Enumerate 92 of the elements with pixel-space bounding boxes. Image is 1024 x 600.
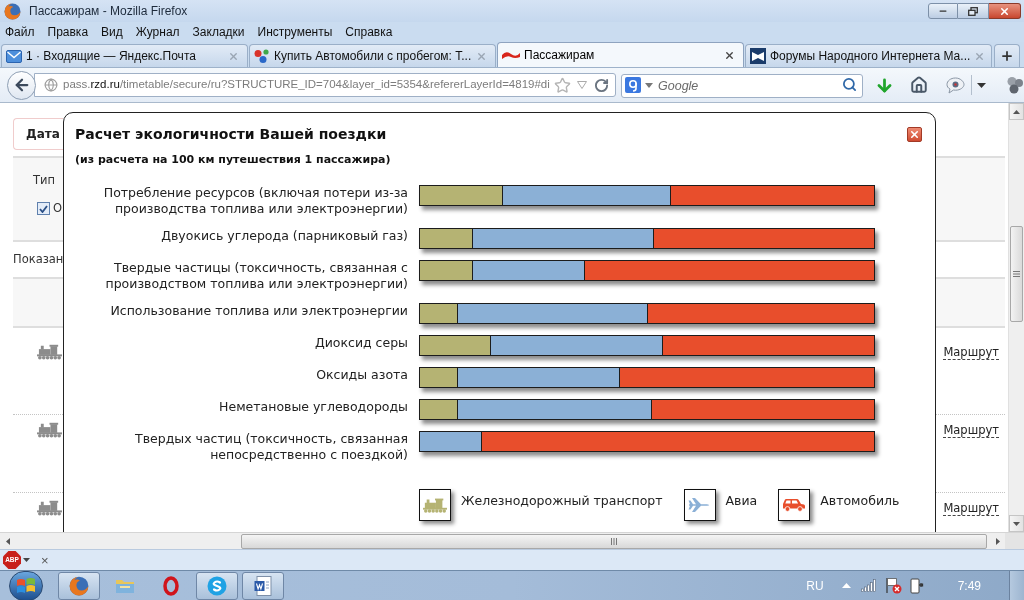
scroll-down-button[interactable] (1009, 515, 1024, 532)
ring-icon (163, 575, 179, 596)
browser-logo-icon (69, 575, 89, 596)
menu-item[interactable]: Правка (47, 24, 89, 40)
reload-icon[interactable] (594, 77, 609, 93)
globe-icon (44, 78, 58, 92)
row-label: Диоксид серы (313, 335, 408, 351)
train-icon (419, 489, 451, 521)
browser-tab[interactable]: Пассажирам (497, 42, 744, 67)
legend-label: Железнодорожный транспорт (461, 493, 663, 509)
train-icon (37, 344, 62, 360)
triangle-up-icon (1013, 109, 1020, 114)
checkbox[interactable] (37, 202, 50, 215)
menu-item[interactable]: Справка (345, 24, 393, 40)
air-bar-segment (420, 432, 481, 451)
scrollbar-thumb[interactable] (241, 533, 987, 549)
url-text: pass.rzd.ru/timetable/secure/ru?STRUCTURE_ID=704&layer_id=5354&refererLayerId=4819#di (63, 77, 550, 93)
wave-logo-icon (502, 50, 520, 60)
triangle-right-icon (995, 537, 1000, 545)
scrollbar-thumb[interactable] (1010, 226, 1023, 322)
grip-icon (1013, 271, 1020, 277)
taskbar-button[interactable] (196, 571, 238, 600)
menu-item[interactable]: Вид (101, 24, 123, 40)
legend-label: Автомобиль (820, 493, 900, 509)
battery-icon[interactable] (909, 577, 925, 594)
close-button[interactable] (907, 126, 922, 142)
checkbox-label: О (53, 201, 63, 216)
row-label: Неметановые углеводороды (218, 399, 408, 415)
taskbar-button[interactable] (58, 571, 100, 600)
start-button[interactable] (9, 570, 43, 600)
airplane-icon (683, 489, 716, 521)
round-logo-icon (207, 575, 227, 596)
grip-icon (611, 537, 617, 545)
browser-tab[interactable]: Форумы Народного Интернета Ма... (745, 44, 992, 67)
plus-icon (1000, 49, 1014, 63)
close-icon[interactable] (724, 49, 735, 61)
new-tab-button[interactable] (994, 44, 1020, 67)
triangle-left-icon (5, 537, 10, 545)
dialog-title: Расчет экологичности Вашей поездки (75, 125, 387, 143)
caret-icon[interactable] (977, 82, 986, 88)
type-label: Тип (33, 173, 56, 188)
train-icon (37, 422, 62, 438)
browser-logo-icon (4, 2, 21, 20)
legend-label: Авиа (725, 493, 758, 509)
route-link[interactable]: Маршрут (943, 501, 999, 516)
signal-icon[interactable] (860, 579, 876, 592)
address-field[interactable]: pass.rzd.ru/timetable/secure/ru?STRUCTURE_ID=704&layer_id=5354&refererLayerId=4819#di (34, 73, 616, 97)
dots-icon (254, 49, 270, 63)
document-icon (254, 575, 272, 596)
flag-icon[interactable] (884, 577, 902, 594)
star-icon[interactable] (554, 76, 571, 94)
folder-icon (115, 577, 135, 594)
search-engine-icon[interactable] (625, 77, 641, 93)
browser-tab[interactable]: 1 · Входящие — Яндекс.Почта (1, 44, 248, 67)
envelope-icon (6, 49, 22, 63)
window-title: Пассажирам - Mozilla Firefox (29, 3, 188, 20)
menu-item[interactable]: Закладки (192, 24, 245, 40)
search-field[interactable]: Google (621, 74, 863, 98)
checkmark-icon (39, 204, 48, 213)
row-label: Использование топлива или электроэнергии (109, 303, 408, 319)
home-icon[interactable] (910, 76, 928, 94)
menu-item[interactable]: Журнал (135, 24, 180, 40)
close-icon (909, 128, 920, 140)
scroll-up-button[interactable] (1009, 103, 1024, 120)
route-link[interactable]: Маршрут (943, 423, 999, 438)
back-button[interactable] (7, 70, 36, 100)
row-label: Оксиды азота (315, 367, 408, 383)
search-icon[interactable] (842, 77, 857, 92)
speech-bubble-icon[interactable] (946, 76, 965, 94)
row-label: Двуокись углерода (парниковый газ) (160, 228, 408, 244)
row-label: Потребление ресурсов (включая потери из-за производства топлива или электроэнергии) (102, 185, 408, 217)
row-label: Твердые частицы (токсичность, связанная с производством топлива или электроэнергии) (104, 260, 408, 292)
cluster-icon[interactable] (1006, 76, 1024, 94)
row-label: Твердых частиц (токсичность, связанная непосредственно с поездкой) (134, 431, 408, 463)
close-button[interactable]: × (41, 553, 49, 567)
menu-item[interactable]: Инструменты (257, 24, 333, 40)
train-icon (37, 500, 62, 516)
triangle-down-icon (1013, 521, 1020, 526)
restore-button[interactable] (958, 3, 989, 19)
restore-icon (968, 6, 978, 16)
caret-icon[interactable] (23, 558, 30, 562)
car-icon (778, 489, 811, 521)
menu-item[interactable]: Файл (5, 24, 35, 40)
flag-logo-icon (17, 577, 35, 594)
route-link[interactable]: Маршрут (943, 345, 999, 360)
dialog-subtitle: (из расчета на 100 км путешествия 1 пассажира) (75, 153, 391, 166)
close-icon (999, 5, 1010, 17)
results-label: Показан (13, 250, 64, 268)
close-button[interactable] (989, 3, 1021, 19)
browser-tab[interactable]: Купить Автомобили с пробегом: Т... (249, 44, 496, 67)
taskbar-button[interactable] (242, 571, 284, 600)
logo-icon (750, 48, 766, 64)
